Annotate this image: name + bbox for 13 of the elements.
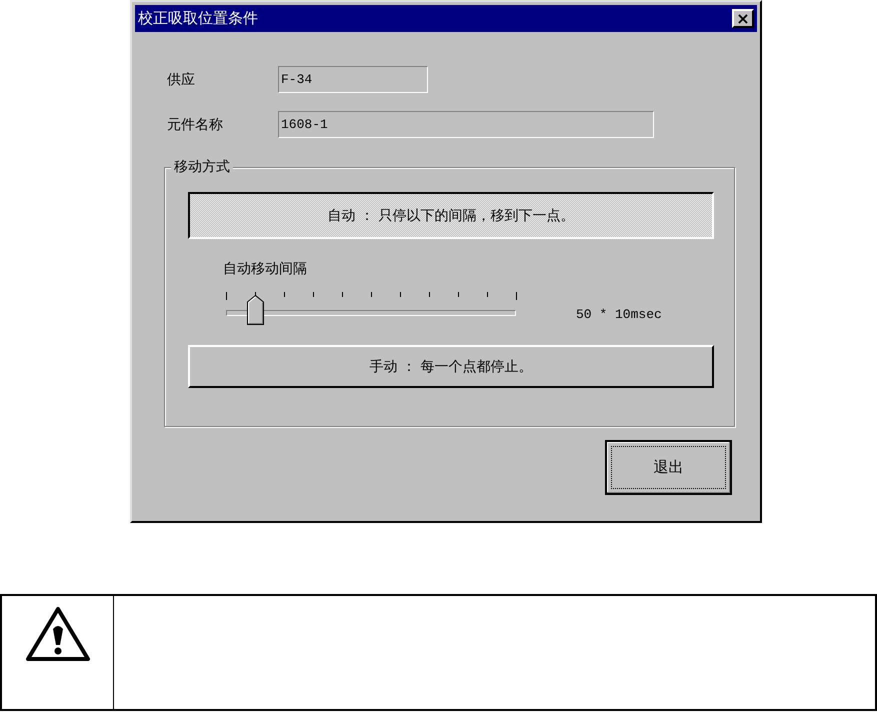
slider-label: 自动移动间隔 (223, 260, 308, 278)
slider-reading: 50 * 10msec (576, 307, 662, 322)
warning-icon (24, 606, 90, 662)
exit-button[interactable]: 退出 (605, 440, 732, 495)
mode-button[interactable]: 手动 ： 每一个点都停止。 (188, 345, 714, 388)
group-title: 移动方式 (171, 158, 233, 176)
field-label: 供应 (167, 70, 196, 88)
close-button[interactable]: × (732, 9, 754, 28)
text-field[interactable]: F-34 (278, 66, 428, 93)
text-field[interactable]: 1608-1 (278, 111, 654, 138)
mode-button[interactable]: 自动 ： 只停以下的间隔，移到下一点。 (188, 192, 714, 239)
window-title: 校正吸取位置条件 (138, 9, 258, 28)
field-label: 元件名称 (167, 116, 224, 134)
